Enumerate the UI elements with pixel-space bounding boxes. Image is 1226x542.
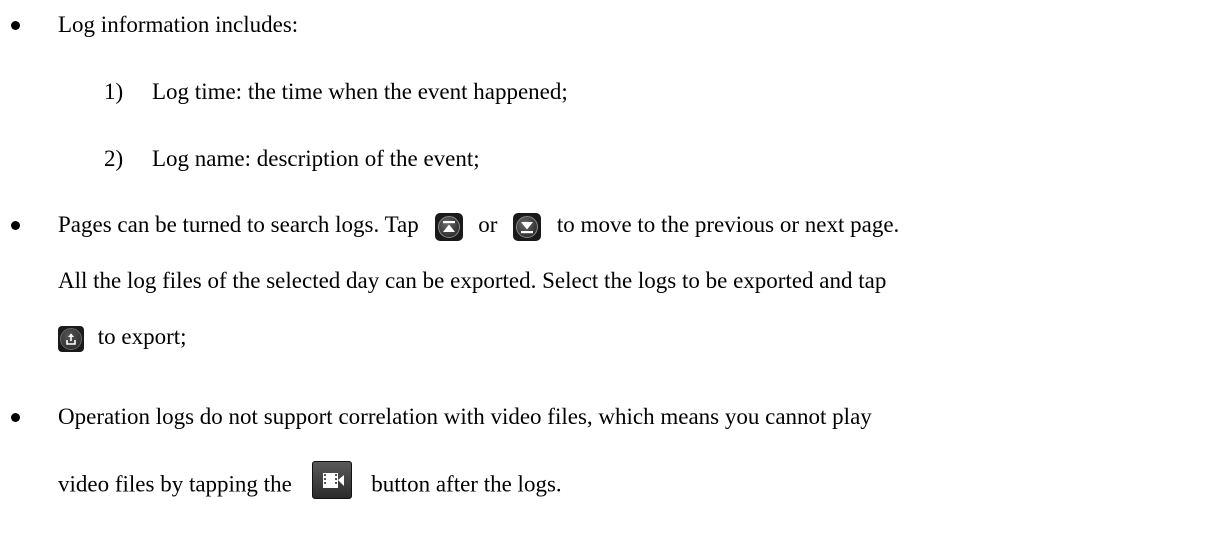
- page-down-icon[interactable]: [513, 212, 542, 241]
- item-number: 1): [104, 79, 124, 104]
- bullet-text: All the log files of the selected day ca…: [58, 268, 887, 293]
- pages-text-between: or: [478, 212, 498, 237]
- item-text: Log time: the time when the event happen…: [152, 79, 568, 104]
- bullet-dot: [11, 21, 20, 30]
- video-text-before: video files by tapping the: [58, 471, 292, 497]
- bullet-text: video files by tapping the button after …: [58, 461, 562, 505]
- bullet-text: Operation logs do not support correlatio…: [58, 404, 872, 429]
- item-number: 2): [104, 146, 124, 171]
- export-text-after: to export;: [97, 324, 187, 349]
- bullet-text: Pages can be turned to search logs. Tap …: [58, 210, 899, 241]
- page-up-icon[interactable]: [434, 212, 463, 241]
- pages-text-after: to move to the previous or next page.: [556, 212, 900, 237]
- bullet-dot: [11, 221, 20, 230]
- bullet-dot: [11, 413, 20, 422]
- bullet-text: Log information includes:: [58, 12, 299, 37]
- item-text: Log name: description of the event;: [152, 146, 480, 171]
- bullet-text: to export;: [58, 322, 187, 352]
- pages-text-before: Pages can be turned to search logs. Tap: [58, 212, 419, 237]
- export-icon[interactable]: [58, 325, 84, 352]
- video-text-after: button after the logs.: [371, 471, 562, 497]
- video-playback-icon[interactable]: [311, 461, 352, 499]
